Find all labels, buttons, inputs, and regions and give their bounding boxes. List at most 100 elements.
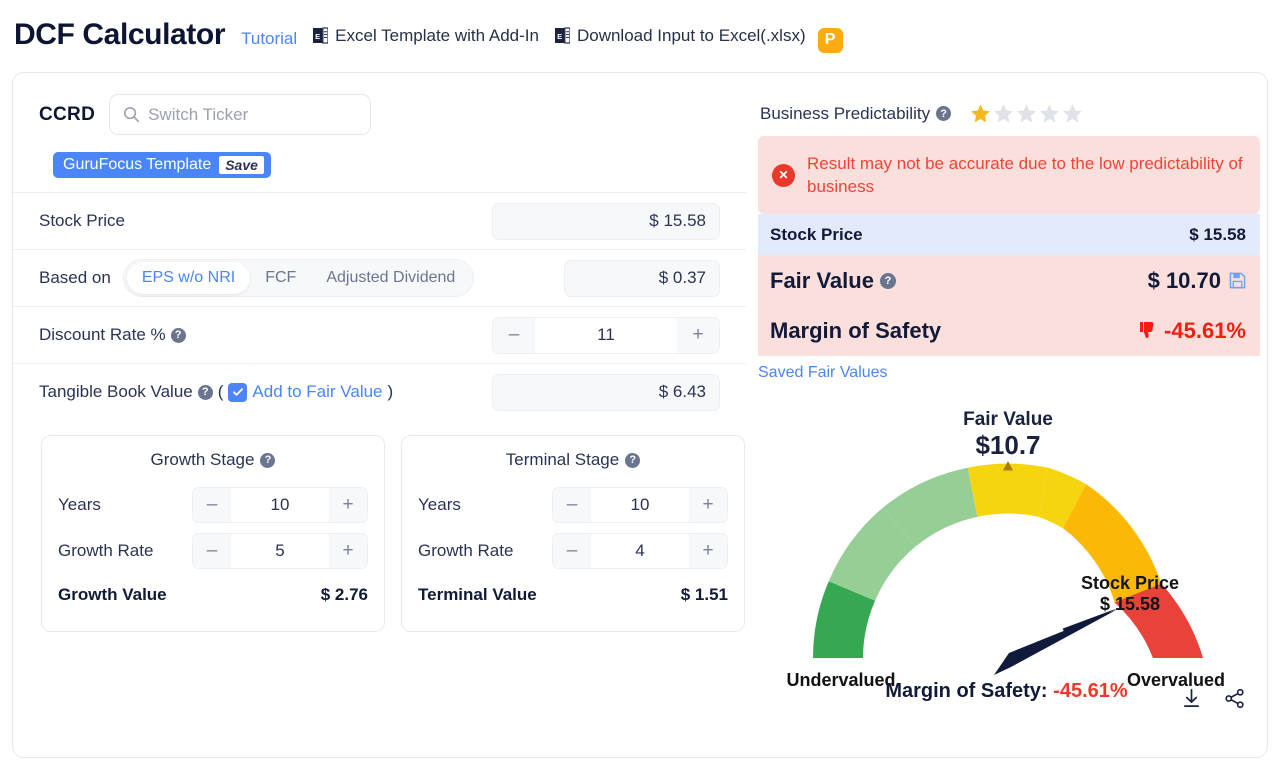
page-title: DCF Calculator <box>14 18 226 51</box>
inputs-panel: CCRD Switch Ticker GuruFocus Template Sa… <box>13 73 746 757</box>
growth-years-stepper[interactable]: – 10 + <box>192 487 368 523</box>
result-fair-value-value: $ 10.70 <box>1147 267 1221 293</box>
terminal-rate-stepper[interactable]: – 4 + <box>552 533 728 569</box>
based-on-label: Based on <box>39 268 111 287</box>
download-icon[interactable] <box>1181 688 1202 709</box>
based-on-value: $ 0.37 <box>564 259 720 297</box>
help-icon[interactable]: ? <box>260 452 276 468</box>
terminal-years-increment[interactable]: + <box>689 488 727 522</box>
thumbs-down-icon <box>1140 322 1154 338</box>
growth-years-decrement[interactable]: – <box>193 488 231 522</box>
seg-eps-wo-nri[interactable]: EPS w/o NRI <box>126 262 251 294</box>
tutorial-link[interactable]: Tutorial <box>241 29 297 49</box>
gauge-segment-fair-a <box>967 463 1049 517</box>
paren-open: ( <box>217 382 224 401</box>
terminal-rate-increment[interactable]: + <box>689 534 727 568</box>
add-to-fair-value-checkbox[interactable] <box>228 382 248 402</box>
pro-badge[interactable]: P <box>817 27 843 53</box>
result-fair-value-label-text: Fair Value <box>770 267 874 293</box>
based-on-segmented-control[interactable]: EPS w/o NRI FCF Adjusted Dividend <box>122 259 475 297</box>
row-tangible-book-value: Tangible Book Value ? ( Add to Fair Valu… <box>13 363 746 420</box>
tangible-book-value: $ 6.43 <box>492 373 720 411</box>
gauge-fair-value-amount: $10.7 <box>975 430 1040 460</box>
ticker-symbol: CCRD <box>39 103 96 125</box>
stock-price-label: Stock Price <box>39 211 125 230</box>
ticker-row: CCRD Switch Ticker <box>13 73 746 135</box>
predictability-label: Business Predictability ? <box>760 104 952 124</box>
search-input[interactable]: Switch Ticker <box>109 94 372 135</box>
error-circle-icon: ✕ <box>772 163 795 187</box>
result-fair-value: Fair Value ? $ 10.70 <box>758 255 1260 306</box>
results-panel: Business Predictability ? ✕ Result may n… <box>746 73 1267 757</box>
star-empty-icon <box>1063 104 1083 123</box>
gauge-svg: Fair Value $10.7 Stock Price $ 15.58 Und… <box>786 409 1225 693</box>
growth-years-increment[interactable]: + <box>329 488 367 522</box>
row-stock-price: Stock Price $ 15.58 <box>13 192 746 249</box>
download-input-label: Download Input to Excel(.xlsx) <box>576 25 806 45</box>
gauge-mos-caption-value: -45.61% <box>1053 680 1128 702</box>
star-empty-icon <box>1017 104 1037 123</box>
stock-price-value: $ 15.58 <box>492 202 720 240</box>
svg-text:E: E <box>557 32 562 41</box>
excel-template-label: Excel Template with Add-In <box>335 25 539 45</box>
growth-rate-decrement[interactable]: – <box>193 534 231 568</box>
saved-fair-values-link[interactable]: Saved Fair Values <box>758 364 1267 382</box>
page-header: DCF Calculator Tutorial E Excel Template… <box>0 0 1280 62</box>
terminal-years-decrement[interactable]: – <box>553 488 591 522</box>
predictability-stars <box>970 103 1083 124</box>
terminal-rate-label: Growth Rate <box>418 541 514 560</box>
help-icon[interactable]: ? <box>170 327 186 343</box>
download-input-link[interactable]: E Download Input to Excel(.xlsx) <box>554 25 806 46</box>
growth-rate-stepper[interactable]: – 5 + <box>192 533 368 569</box>
terminal-rate-value[interactable]: 4 <box>591 541 689 561</box>
help-icon[interactable]: ? <box>625 452 641 468</box>
growth-rate-value[interactable]: 5 <box>231 541 329 561</box>
business-predictability-row: Business Predictability ? <box>746 73 1267 124</box>
terminal-stage-title-text: Terminal Stage <box>505 450 620 469</box>
terminal-years-label: Years <box>418 495 461 514</box>
add-to-fair-value-label[interactable]: Add to Fair Value <box>252 382 382 402</box>
terminal-rate-decrement[interactable]: – <box>553 534 591 568</box>
excel-file-icon: E <box>554 27 570 44</box>
growth-stage-title: Growth Stage ? <box>58 450 368 470</box>
growth-years-value[interactable]: 10 <box>231 495 329 515</box>
search-icon <box>124 106 140 123</box>
growth-stage-card: Growth Stage ? Years – 10 + Growth Rate <box>41 435 385 632</box>
help-icon[interactable]: ? <box>879 272 896 289</box>
discount-rate-decrement[interactable]: – <box>493 317 535 353</box>
row-discount-rate: Discount Rate % ? – 11 + <box>13 306 746 363</box>
template-label: GuruFocus Template <box>63 156 212 173</box>
gauge-stock-price-label: Stock Price <box>1081 573 1179 593</box>
growth-rate-increment[interactable]: + <box>329 534 367 568</box>
excel-template-link[interactable]: E Excel Template with Add-In <box>313 26 539 46</box>
floppy-disk-save-icon[interactable] <box>1229 272 1246 289</box>
star-empty-icon <box>994 104 1014 123</box>
terminal-value-amount: $ 1.51 <box>680 585 728 604</box>
growth-years-row: Years – 10 + <box>58 482 368 528</box>
predictability-warning: ✕ Result may not be accurate due to the … <box>758 136 1260 214</box>
gurufocus-template-button[interactable]: GuruFocus Template Save <box>53 152 271 178</box>
terminal-stage-card: Terminal Stage ? Years – 10 + Growth Rat… <box>401 435 745 632</box>
valuation-gauge-chart: Fair Value $10.7 Stock Price $ 15.58 Und… <box>746 403 1267 759</box>
gauge-actions <box>1181 688 1245 709</box>
help-icon[interactable]: ? <box>936 106 952 121</box>
save-template-button[interactable]: Save <box>219 156 264 174</box>
result-fair-value-label: Fair Value ? <box>770 268 896 294</box>
terminal-years-value[interactable]: 10 <box>591 495 689 515</box>
terminal-years-stepper[interactable]: – 10 + <box>552 487 728 523</box>
result-mos-label: Margin of Safety <box>770 318 942 343</box>
growth-rate-label: Growth Rate <box>58 541 154 560</box>
discount-rate-value[interactable]: 11 <box>535 325 677 345</box>
stages-container: Growth Stage ? Years – 10 + Growth Rate <box>13 420 746 632</box>
seg-adjusted-dividend[interactable]: Adjusted Dividend <box>311 262 470 294</box>
growth-value-amount: $ 2.76 <box>320 585 368 604</box>
template-row: GuruFocus Template Save <box>13 135 746 178</box>
gauge-mos-caption-label: Margin of Safety: <box>885 680 1048 702</box>
growth-value-label: Growth Value <box>58 585 167 604</box>
seg-fcf[interactable]: FCF <box>250 262 311 294</box>
discount-rate-increment[interactable]: + <box>677 317 719 353</box>
discount-rate-label: Discount Rate % ? <box>39 325 186 345</box>
discount-rate-stepper[interactable]: – 11 + <box>492 316 720 354</box>
help-icon[interactable]: ? <box>197 384 213 400</box>
share-icon[interactable] <box>1224 688 1245 709</box>
